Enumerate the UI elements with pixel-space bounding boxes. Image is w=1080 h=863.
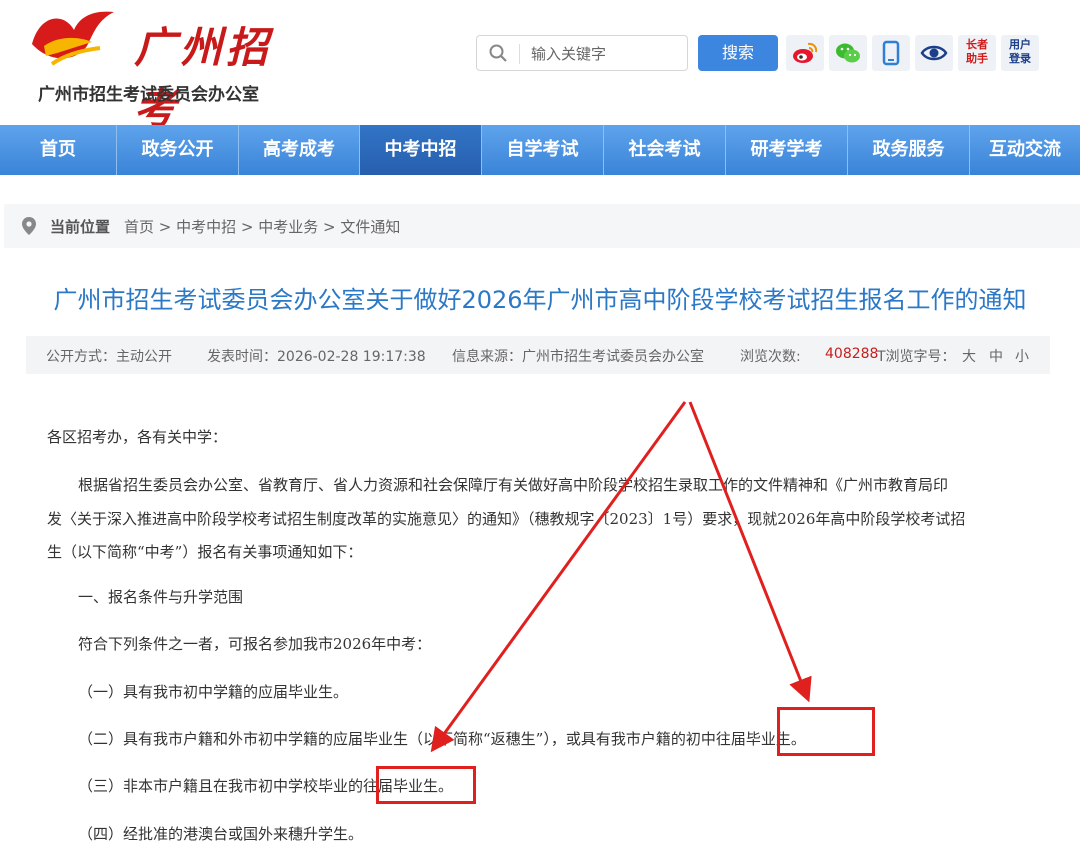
arrow-to-item-3 xyxy=(430,401,687,753)
annotation-arrows xyxy=(430,401,812,753)
arrow-to-item-2 xyxy=(688,401,812,703)
